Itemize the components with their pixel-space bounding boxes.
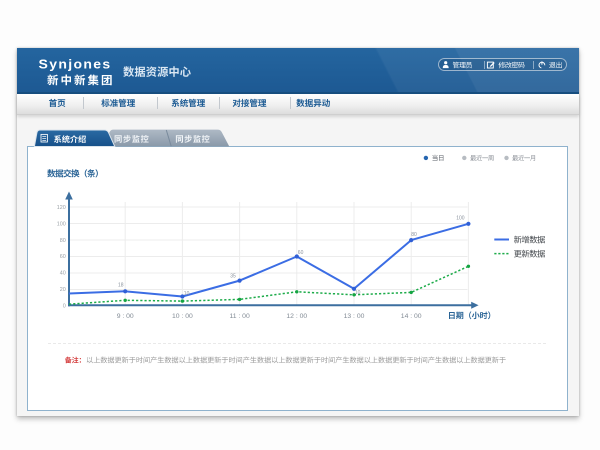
svg-text:80: 80 bbox=[411, 232, 417, 238]
svg-text:35: 35 bbox=[230, 273, 236, 279]
svg-text:60: 60 bbox=[60, 254, 66, 260]
svg-text:100: 100 bbox=[57, 221, 66, 227]
svg-text:0: 0 bbox=[63, 304, 66, 310]
svg-text:80: 80 bbox=[60, 238, 66, 244]
svg-text:12 : 00: 12 : 00 bbox=[286, 313, 307, 320]
svg-text:10 : 00: 10 : 00 bbox=[172, 313, 193, 320]
svg-text:40: 40 bbox=[60, 271, 66, 277]
svg-text:20: 20 bbox=[60, 287, 66, 293]
svg-text:13 : 00: 13 : 00 bbox=[344, 313, 365, 320]
svg-text:18: 18 bbox=[118, 283, 124, 289]
svg-text:100: 100 bbox=[456, 215, 465, 221]
svg-text:60: 60 bbox=[298, 250, 304, 256]
svg-text:14 : 00: 14 : 00 bbox=[401, 313, 422, 320]
svg-text:9 : 00: 9 : 00 bbox=[117, 313, 134, 320]
svg-text:10: 10 bbox=[355, 290, 361, 296]
svg-text:11 : 00: 11 : 00 bbox=[229, 313, 250, 320]
svg-text:120: 120 bbox=[57, 205, 66, 211]
svg-text:10: 10 bbox=[184, 291, 190, 297]
